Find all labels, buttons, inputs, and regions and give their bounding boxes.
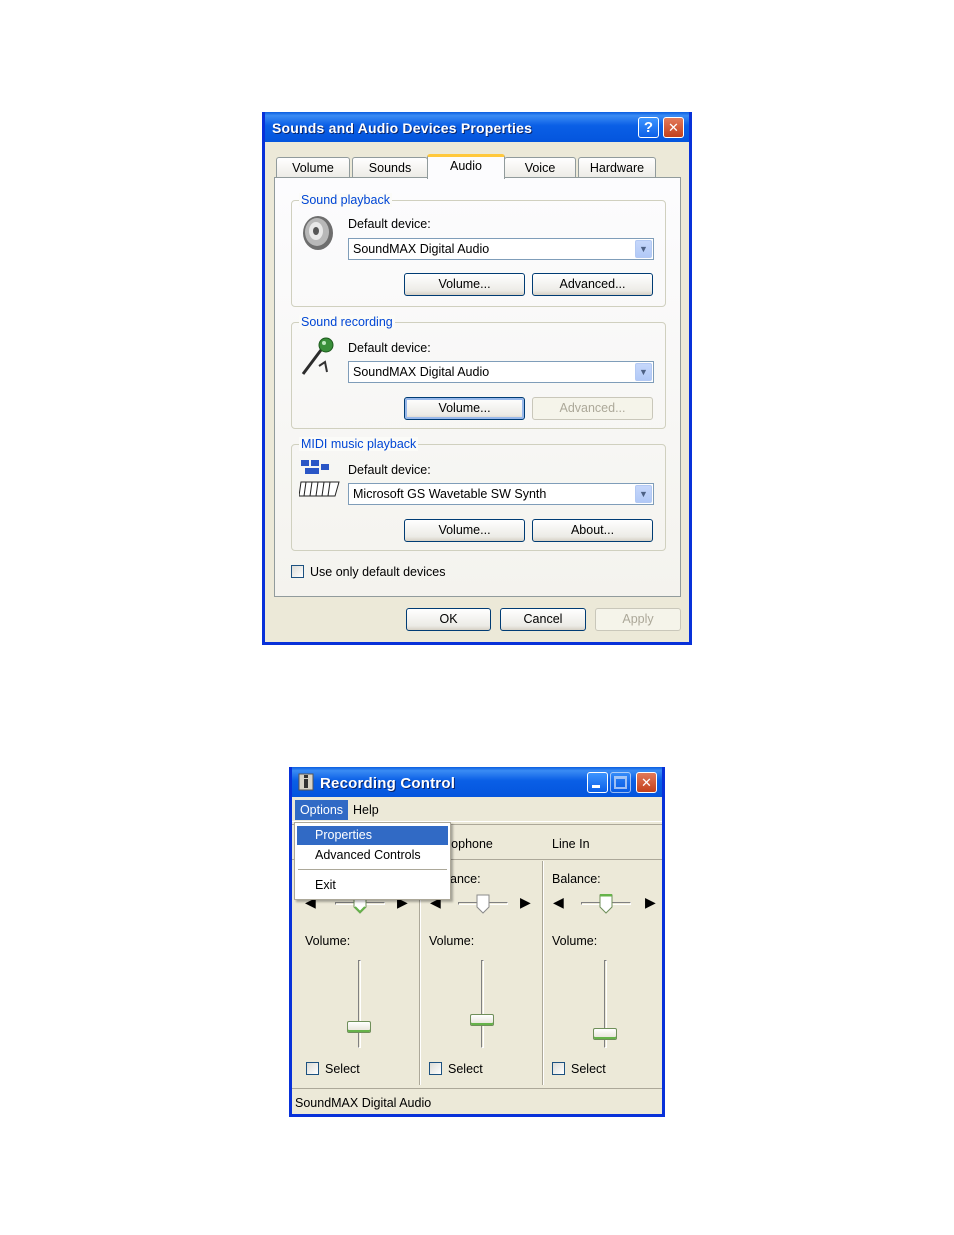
speaker-left-icon: ◀ [553, 894, 564, 910]
status-text: SoundMAX Digital Audio [295, 1096, 432, 1110]
volume-label: Volume: [429, 934, 475, 948]
balance-label: Balance: [552, 872, 601, 886]
column-name-microphone: rophone [447, 837, 493, 851]
recording-control-title: Recording Control [320, 775, 456, 792]
volume-label: Volume: [552, 934, 598, 948]
tab-sounds[interactable]: Sounds [352, 157, 428, 178]
column-name-line-in: Line In [552, 837, 590, 851]
menu-item-exit[interactable]: Exit [297, 876, 448, 895]
speaker-icon [303, 216, 333, 250]
recording-device-label: Default device: [348, 341, 431, 355]
volume-slider-track[interactable] [358, 960, 361, 1048]
chevron-down-icon[interactable]: ▼ [635, 240, 652, 258]
microphone-icon [301, 337, 334, 375]
midi-device-label: Default device: [348, 463, 431, 477]
playback-advanced-button[interactable]: Advanced... [532, 273, 653, 296]
chevron-down-icon[interactable]: ▼ [635, 485, 652, 503]
volume-slider-thumb[interactable] [347, 1021, 371, 1033]
volume-slider-thumb[interactable] [593, 1028, 617, 1040]
ok-button[interactable]: OK [406, 608, 491, 631]
recording-device-value: SoundMAX Digital Audio [353, 365, 490, 379]
info-icon [298, 773, 314, 791]
sound-recording-legend: Sound recording [299, 315, 395, 329]
select-label: Select [571, 1062, 606, 1076]
minimize-button[interactable] [587, 772, 608, 793]
midi-device-select[interactable]: Microsoft GS Wavetable SW Synth ▼ [348, 483, 654, 505]
volume-label: Volume: [305, 934, 351, 948]
use-default-devices-checkbox[interactable] [291, 565, 304, 578]
volume-slider-2 [581, 960, 631, 1050]
tab-hardware[interactable]: Hardware [578, 157, 656, 178]
tab-voice[interactable]: Voice [504, 157, 576, 178]
select-checkbox-0[interactable] [306, 1062, 319, 1075]
cancel-button[interactable]: Cancel [500, 608, 586, 631]
maximize-button[interactable] [610, 772, 631, 793]
volume-slider-thumb[interactable] [470, 1014, 494, 1026]
help-button[interactable]: ? [638, 117, 659, 138]
recording-volume-button[interactable]: Volume... [404, 397, 525, 420]
column-divider [542, 861, 544, 1085]
midi-about-button[interactable]: About... [532, 519, 653, 542]
menu-help[interactable]: Help [353, 800, 379, 820]
select-checkbox-2[interactable] [552, 1062, 565, 1075]
recording-control-titlebar[interactable]: Recording Control ✕ [292, 767, 662, 797]
recording-device-select[interactable]: SoundMAX Digital Audio ▼ [348, 361, 654, 383]
midi-keyboard-icon [299, 460, 340, 497]
balance-row-2: ◀ ▶ [553, 894, 661, 922]
tab-audio[interactable]: Audio [427, 154, 505, 179]
playback-device-select[interactable]: SoundMAX Digital Audio ▼ [348, 238, 654, 260]
balance-label: ance: [450, 872, 481, 886]
dialog-titlebar[interactable]: Sounds and Audio Devices Properties ? ✕ [265, 112, 689, 142]
playback-device-label: Default device: [348, 217, 431, 231]
sound-playback-legend: Sound playback [299, 193, 392, 207]
recording-advanced-button[interactable]: Advanced... [532, 397, 653, 420]
balance-slider-thumb[interactable] [599, 894, 613, 914]
volume-slider-0 [335, 960, 385, 1050]
apply-button[interactable]: Apply [595, 608, 681, 631]
midi-device-value: Microsoft GS Wavetable SW Synth [353, 487, 547, 501]
tab-volume[interactable]: Volume [276, 157, 350, 178]
midi-playback-legend: MIDI music playback [299, 437, 419, 451]
volume-slider-track[interactable] [481, 960, 484, 1048]
speaker-right-icon: ▶ [645, 894, 656, 910]
menu-item-properties[interactable]: Properties [297, 826, 448, 845]
playback-device-value: SoundMAX Digital Audio [353, 242, 490, 256]
chevron-down-icon[interactable]: ▼ [635, 363, 652, 381]
options-menu: Properties Advanced Controls Exit [294, 822, 451, 900]
status-bar: SoundMAX Digital Audio [292, 1088, 662, 1114]
select-label: Select [325, 1062, 360, 1076]
use-default-devices-label: Use only default devices [310, 565, 446, 579]
close-button[interactable]: ✕ [636, 772, 657, 793]
dialog-title: Sounds and Audio Devices Properties [272, 120, 533, 136]
midi-volume-button[interactable]: Volume... [404, 519, 525, 542]
menu-options[interactable]: Options [295, 800, 348, 820]
select-label: Select [448, 1062, 483, 1076]
speaker-right-icon: ▶ [520, 894, 531, 910]
volume-slider-1 [458, 960, 508, 1050]
close-button[interactable]: ✕ [663, 117, 684, 138]
menu-separator [298, 869, 447, 871]
playback-volume-button[interactable]: Volume... [404, 273, 525, 296]
select-checkbox-1[interactable] [429, 1062, 442, 1075]
balance-slider-thumb[interactable] [476, 894, 490, 914]
menu-item-advanced-controls[interactable]: Advanced Controls [297, 846, 448, 865]
